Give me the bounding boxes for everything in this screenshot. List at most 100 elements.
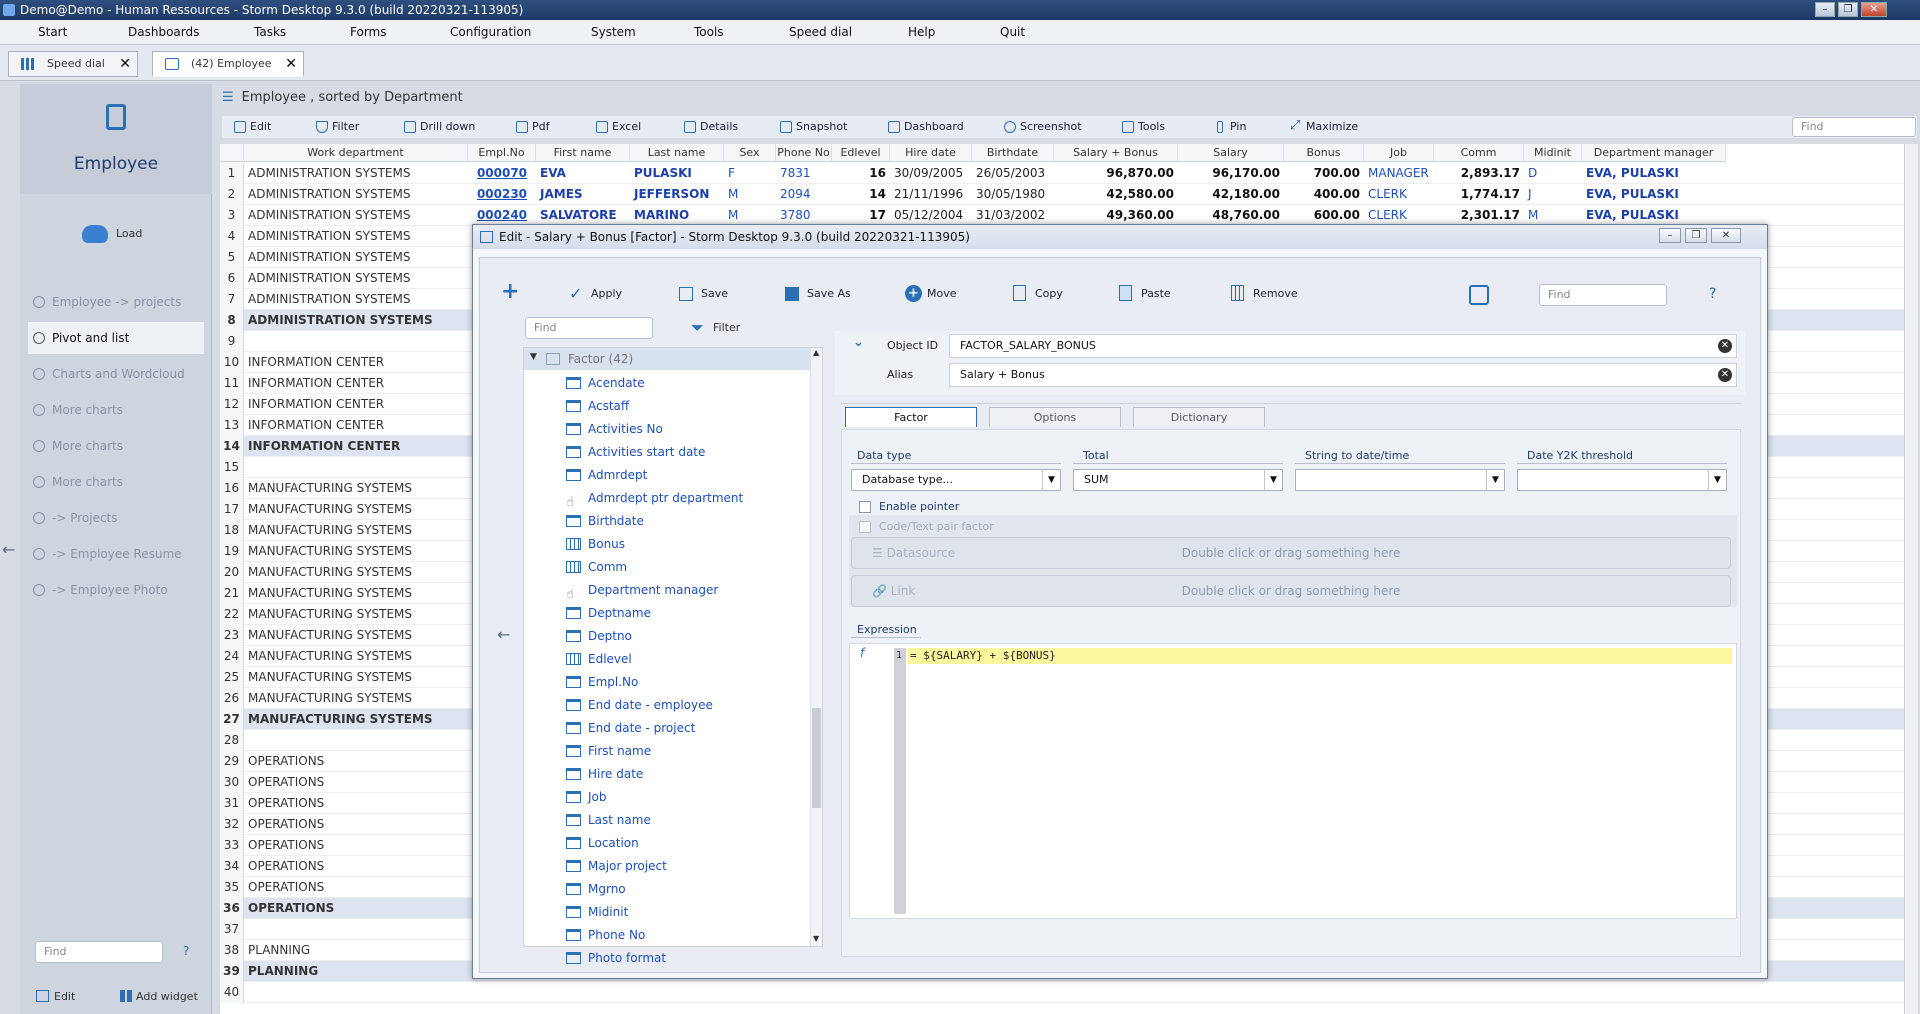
tab-options[interactable]: Options bbox=[989, 407, 1121, 427]
toolbar-snapshot-button[interactable]: Snapshot bbox=[780, 116, 847, 138]
toolbar-details-button[interactable]: Details bbox=[684, 116, 738, 138]
tree-item[interactable]: Activities No bbox=[566, 418, 663, 441]
tree-item[interactable]: Hire date bbox=[566, 763, 643, 786]
tree-item[interactable]: Admrdept bbox=[566, 464, 647, 487]
column-header-last-name[interactable]: Last name bbox=[630, 144, 724, 162]
toolbar-edit-button[interactable]: Edit bbox=[234, 116, 271, 138]
tree-item[interactable]: Deptno bbox=[566, 625, 632, 648]
expression-line[interactable]: = ${SALARY} + ${BONUS} bbox=[908, 648, 1732, 664]
expression-editor[interactable]: f 1 = ${SALARY} + ${BONUS} bbox=[849, 643, 1737, 919]
clear-icon[interactable]: ✕ bbox=[1718, 368, 1732, 382]
left-find-input[interactable]: Find bbox=[35, 941, 163, 963]
tree-item[interactable]: Midinit bbox=[566, 901, 628, 924]
tree-item[interactable]: Photo format bbox=[566, 947, 666, 970]
remove-button[interactable]: Remove bbox=[1231, 283, 1298, 305]
tree-item[interactable]: Activities start date bbox=[566, 441, 705, 464]
minimize-button[interactable]: – bbox=[1815, 2, 1835, 17]
column-header-work-department[interactable]: Work department bbox=[244, 144, 468, 162]
table-row[interactable]: 3 ADMINISTRATION SYSTEMS 000240 SALVATORE MA… bbox=[220, 205, 1912, 226]
main-find-input[interactable]: Find bbox=[1792, 117, 1916, 137]
tree-item[interactable]: Job bbox=[566, 786, 607, 809]
tree-item[interactable]: Acstaff bbox=[566, 395, 629, 418]
tab-speed-dial[interactable]: Speed dial ✕ bbox=[8, 51, 138, 77]
edit-widget-button[interactable]: Edit bbox=[36, 990, 75, 1003]
y2k-threshold-select[interactable]: ▼ bbox=[1517, 469, 1727, 491]
column-header-salary-bonus[interactable]: Salary + Bonus bbox=[1054, 144, 1178, 162]
table-row[interactable]: 2 ADMINISTRATION SYSTEMS 000230 JAMES JEFFER… bbox=[220, 184, 1912, 205]
nav-item-pivot-and-list[interactable]: Pivot and list bbox=[28, 322, 204, 354]
tree-item[interactable]: Comm bbox=[566, 556, 627, 579]
tree-item[interactable]: Phone No bbox=[566, 924, 645, 947]
toolbar-filter-button[interactable]: Filter bbox=[316, 116, 359, 138]
nav-item-projects[interactable]: -> Projects bbox=[28, 502, 204, 534]
toolbar-maximize-button[interactable]: ⤢ Maximize bbox=[1290, 116, 1358, 138]
column-header-department-manager[interactable]: Department manager bbox=[1582, 144, 1726, 162]
expand-icon[interactable]: ▼ bbox=[530, 352, 537, 362]
menu-start[interactable]: Start bbox=[38, 20, 67, 45]
add-widget-button[interactable]: Add widget bbox=[120, 990, 198, 1003]
tab-factor[interactable]: Factor bbox=[845, 407, 977, 427]
close-window-button[interactable]: ✕ bbox=[1861, 2, 1887, 17]
column-header-midinit[interactable]: Midinit bbox=[1524, 144, 1582, 162]
menu-forms[interactable]: Forms bbox=[350, 20, 386, 45]
scroll-up-icon[interactable]: ▲ bbox=[813, 348, 819, 357]
close-tab-icon[interactable]: ✕ bbox=[119, 52, 131, 76]
column-header-comm[interactable]: Comm bbox=[1434, 144, 1524, 162]
column-header-birthdate[interactable]: Birthdate bbox=[972, 144, 1054, 162]
menu-help[interactable]: Help bbox=[908, 20, 935, 45]
collapse-chevron-icon[interactable]: ⌄ bbox=[853, 335, 864, 350]
column-header-first-name[interactable]: First name bbox=[536, 144, 630, 162]
clear-icon[interactable]: ✕ bbox=[1718, 339, 1732, 353]
paste-button[interactable]: Paste bbox=[1119, 283, 1171, 305]
menu-configuration[interactable]: Configuration bbox=[450, 20, 531, 45]
cell-emp[interactable]: 000230 bbox=[468, 184, 536, 205]
column-header-hire-date[interactable]: Hire date bbox=[890, 144, 972, 162]
toolbar-tools-button[interactable]: Tools bbox=[1122, 116, 1165, 138]
nav-item-more-charts-1[interactable]: More charts bbox=[28, 394, 204, 426]
tree-find-input[interactable]: Find bbox=[525, 317, 653, 339]
add-button[interactable]: + bbox=[501, 281, 519, 305]
total-select[interactable]: SUM ▼ bbox=[1073, 469, 1283, 491]
tree-item[interactable]: First name bbox=[566, 740, 651, 763]
grid-scrollbar[interactable] bbox=[1904, 144, 1918, 1014]
function-icon[interactable]: f bbox=[860, 646, 864, 660]
menu-speed-dial[interactable]: Speed dial bbox=[789, 20, 852, 45]
dialog-close-button[interactable]: ✕ bbox=[1711, 228, 1741, 243]
menu-quit[interactable]: Quit bbox=[1000, 20, 1025, 45]
nav-item-employee-photo[interactable]: -> Employee Photo bbox=[28, 574, 204, 606]
column-header-salary[interactable]: Salary bbox=[1178, 144, 1284, 162]
tree-scrollbar[interactable]: ▲ ▼ bbox=[810, 348, 822, 946]
copy-button[interactable]: Copy bbox=[1013, 283, 1063, 305]
toolbar-pin-button[interactable]: Pin bbox=[1214, 116, 1246, 138]
column-header-bonus[interactable]: Bonus bbox=[1284, 144, 1364, 162]
document-icon[interactable] bbox=[1469, 285, 1489, 305]
data-type-select[interactable]: Database type... ▼ bbox=[851, 469, 1061, 491]
tab-employee[interactable]: (42) Employee ✕ bbox=[152, 51, 304, 77]
close-tab-icon[interactable]: ✕ bbox=[285, 52, 297, 76]
tree-item[interactable]: Deptname bbox=[566, 602, 651, 625]
tree-filter-button[interactable]: ⏷ Filter bbox=[691, 319, 740, 337]
nav-item-employee-projects[interactable]: Employee -> projects bbox=[28, 286, 204, 318]
tab-dictionary[interactable]: Dictionary bbox=[1133, 407, 1265, 427]
save-as-button[interactable]: Save As bbox=[785, 283, 851, 305]
scroll-thumb[interactable] bbox=[812, 708, 821, 808]
tree-item[interactable]: End date - employee bbox=[566, 694, 713, 717]
object-id-input[interactable]: FACTOR_SALARY_BONUS ✕ bbox=[949, 334, 1737, 358]
column-header-job[interactable]: Job bbox=[1364, 144, 1434, 162]
tree-item[interactable]: Location bbox=[566, 832, 639, 855]
menu-tasks[interactable]: Tasks bbox=[254, 20, 286, 45]
menu-tools[interactable]: Tools bbox=[694, 20, 724, 45]
tree-item[interactable]: Department manager bbox=[566, 579, 718, 602]
tree-item[interactable]: Bonus bbox=[566, 533, 625, 556]
nav-item-employee-resume[interactable]: -> Employee Resume bbox=[28, 538, 204, 570]
apply-button[interactable]: ✓ Apply bbox=[569, 283, 622, 305]
dialog-help-icon[interactable]: ? bbox=[1709, 286, 1716, 302]
toolbar-dashboard-button[interactable]: Dashboard bbox=[888, 116, 964, 138]
hamburger-icon[interactable]: ☰ bbox=[222, 90, 234, 105]
move-button[interactable]: + Move bbox=[905, 283, 957, 305]
datasource-dropzone[interactable]: ☰ Datasource Double click or drag someth… bbox=[851, 537, 1731, 569]
tree-item[interactable]: Acendate bbox=[566, 372, 645, 395]
tree-item[interactable]: Major project bbox=[566, 855, 667, 878]
dialog-restore-button[interactable]: ❐ bbox=[1685, 228, 1707, 243]
code-text-pair-checkbox[interactable] bbox=[859, 521, 871, 533]
